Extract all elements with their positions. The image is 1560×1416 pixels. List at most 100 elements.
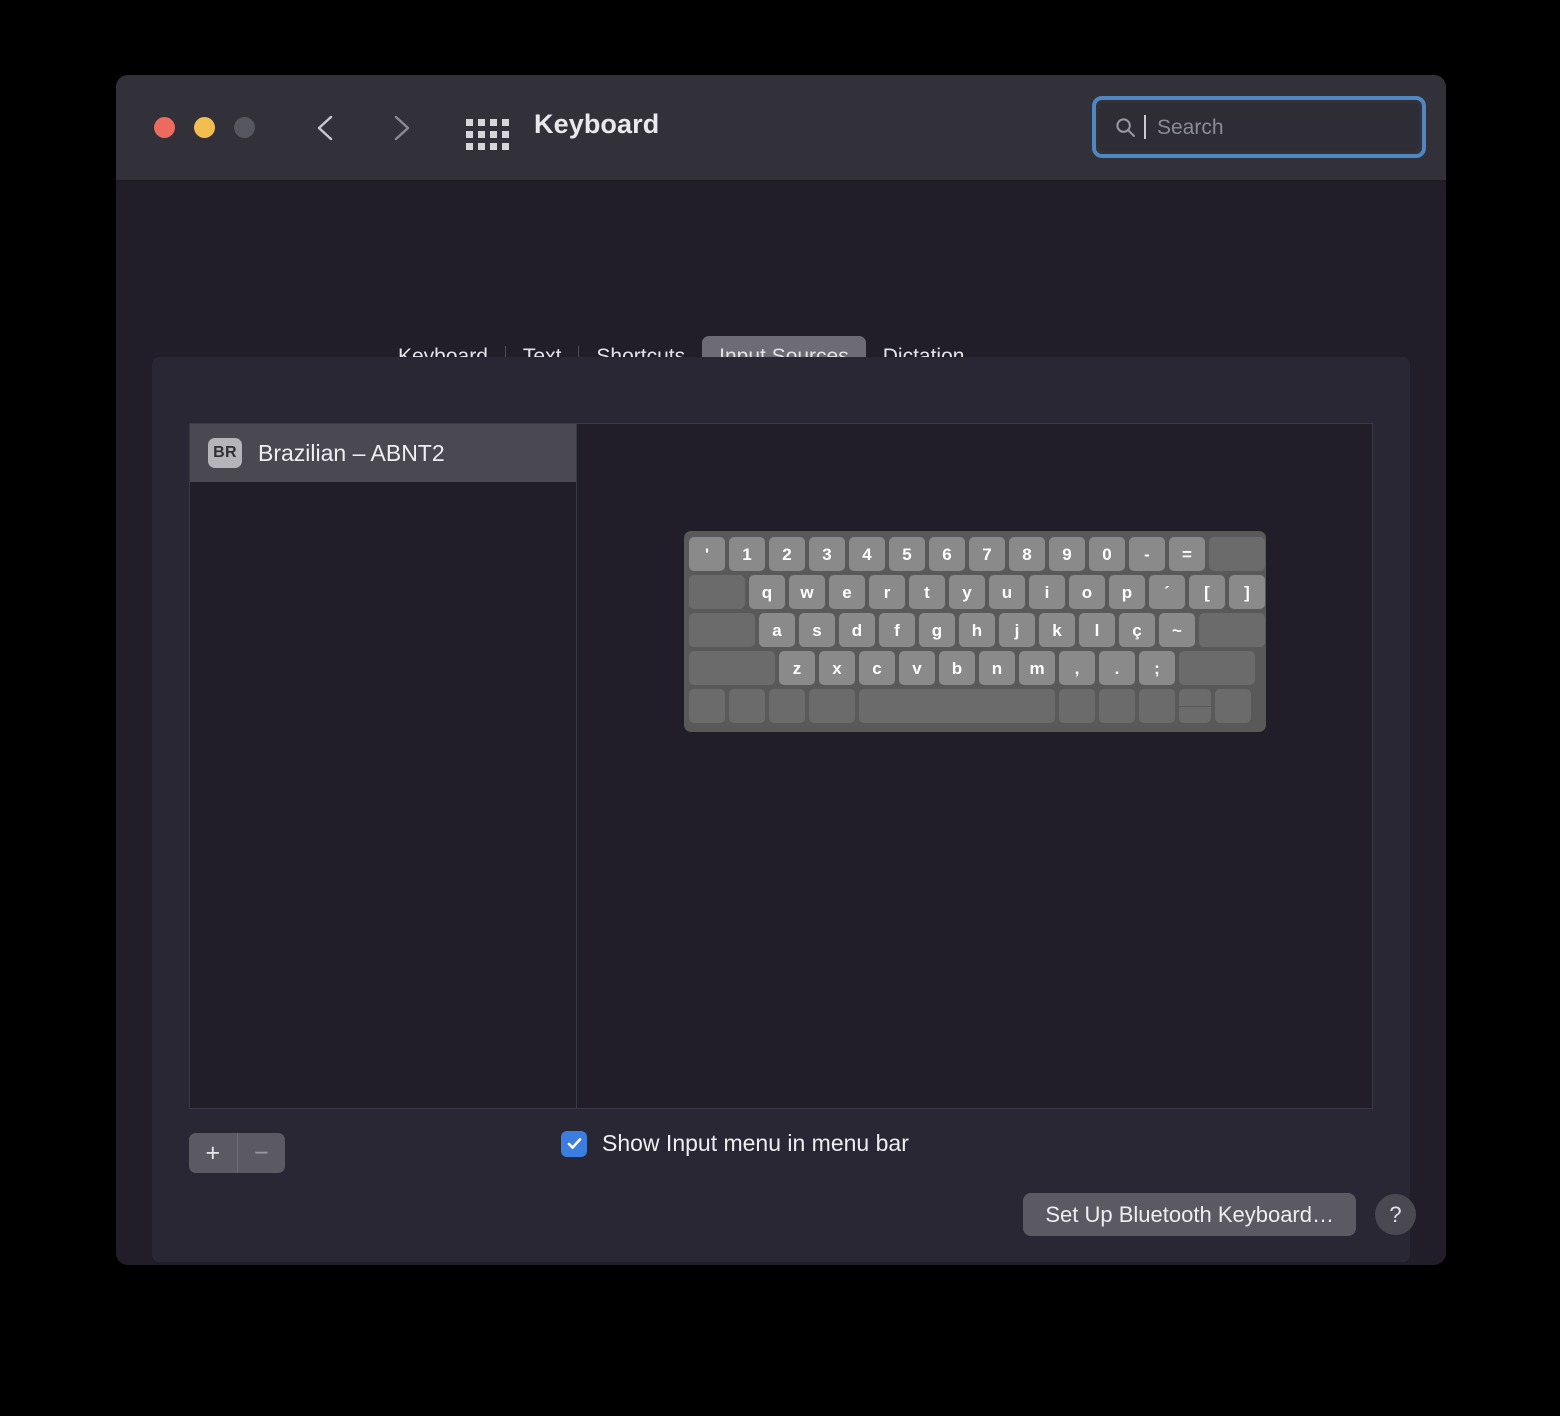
forward-button[interactable]	[387, 113, 415, 143]
show-input-menu-label: Show Input menu in menu bar	[602, 1130, 909, 1157]
keyboard-row: asdfghjklç~	[689, 613, 1261, 647]
search-field-wrapper[interactable]: Search	[1092, 96, 1426, 158]
show-input-menu-row[interactable]: Show Input menu in menu bar	[561, 1130, 909, 1157]
key-2: 2	[769, 537, 805, 571]
set-up-bluetooth-keyboard-button[interactable]: Set Up Bluetooth Keyboard…	[1023, 1193, 1356, 1236]
keyboard-preferences-window: Keyboard Search Keyboard Text	[116, 75, 1446, 1265]
key-7: 7	[969, 537, 1005, 571]
key-y: y	[949, 575, 985, 609]
key-blank	[1099, 689, 1135, 723]
key-ç: ç	[1119, 613, 1155, 647]
key-u: u	[989, 575, 1025, 609]
input-sources-panel: BR Brazilian – ABNT2 '1234567890-= qwerty…	[152, 357, 1410, 1262]
search-icon	[1115, 117, 1136, 138]
key-blank	[689, 575, 745, 609]
minimize-button[interactable]	[194, 117, 215, 138]
key-r: r	[869, 575, 905, 609]
key-blank	[1179, 689, 1211, 723]
sources-and-preview: BR Brazilian – ABNT2 '1234567890-= qwerty…	[189, 423, 1373, 1109]
text-cursor	[1144, 115, 1146, 139]
key-blank	[689, 613, 755, 647]
key-blank	[1179, 651, 1255, 685]
key-9: 9	[1049, 537, 1085, 571]
key-~: ~	[1159, 613, 1195, 647]
key-t: t	[909, 575, 945, 609]
layout-preview-pane: '1234567890-= qwertyuiop´[] asdfghjklç~ zxc…	[577, 424, 1372, 1108]
key-5: 5	[889, 537, 925, 571]
key-m: m	[1019, 651, 1055, 685]
key-blank	[1209, 537, 1265, 571]
traffic-lights	[154, 117, 255, 138]
back-button[interactable]	[312, 113, 340, 143]
input-source-label: Brazilian – ABNT2	[258, 440, 445, 467]
key--: -	[1129, 537, 1165, 571]
key-´: ´	[1149, 575, 1185, 609]
key-blank	[769, 689, 805, 723]
keyboard-row: qwertyuiop´[]	[689, 575, 1261, 609]
search-field[interactable]: Search	[1099, 103, 1419, 151]
checkmark-icon	[566, 1135, 583, 1152]
remove-source-button[interactable]: −	[237, 1133, 286, 1173]
key-blank	[1059, 689, 1095, 723]
input-source-list[interactable]: BR Brazilian – ABNT2	[190, 424, 577, 1108]
key-o: o	[1069, 575, 1105, 609]
key-q: q	[749, 575, 785, 609]
key-blank	[1139, 689, 1175, 723]
key-blank	[729, 689, 765, 723]
key-h: h	[959, 613, 995, 647]
list-item[interactable]: BR Brazilian – ABNT2	[190, 424, 576, 482]
close-button[interactable]	[154, 117, 175, 138]
key-e: e	[829, 575, 865, 609]
chevron-left-icon	[312, 113, 340, 143]
keyboard-row: zxcvbnm,.;	[689, 651, 1261, 685]
key-;: ;	[1139, 651, 1175, 685]
show-all-grid-icon[interactable]	[466, 119, 509, 150]
key-4: 4	[849, 537, 885, 571]
key-8: 8	[1009, 537, 1045, 571]
key-6: 6	[929, 537, 965, 571]
add-remove-source-group: + −	[189, 1133, 285, 1173]
keyboard-row: '1234567890-=	[689, 537, 1261, 571]
key-.: .	[1099, 651, 1135, 685]
key-d: d	[839, 613, 875, 647]
key-c: c	[859, 651, 895, 685]
navigation-arrows	[312, 113, 415, 143]
window-footer: Set Up Bluetooth Keyboard… ?	[1023, 1193, 1416, 1236]
chevron-right-icon	[387, 113, 415, 143]
add-source-button[interactable]: +	[189, 1133, 237, 1173]
country-badge-icon: BR	[208, 438, 242, 468]
key-w: w	[789, 575, 825, 609]
key-b: b	[939, 651, 975, 685]
key-n: n	[979, 651, 1015, 685]
key-l: l	[1079, 613, 1115, 647]
key-g: g	[919, 613, 955, 647]
keyboard-row	[689, 689, 1261, 723]
key-blank	[859, 689, 1055, 723]
key-x: x	[819, 651, 855, 685]
page-title: Keyboard	[534, 109, 659, 140]
window-titlebar: Keyboard Search	[116, 75, 1446, 181]
key-j: j	[999, 613, 1035, 647]
key-v: v	[899, 651, 935, 685]
key-s: s	[799, 613, 835, 647]
key-]: ]	[1229, 575, 1265, 609]
zoom-button	[234, 117, 255, 138]
key-blank	[1199, 613, 1265, 647]
key-blank	[809, 689, 855, 723]
key-,: ,	[1059, 651, 1095, 685]
key-0: 0	[1089, 537, 1125, 571]
key-1: 1	[729, 537, 765, 571]
key-k: k	[1039, 613, 1075, 647]
key-z: z	[779, 651, 815, 685]
show-input-menu-checkbox[interactable]	[561, 1131, 587, 1157]
key-': '	[689, 537, 725, 571]
key-p: p	[1109, 575, 1145, 609]
key-[: [	[1189, 575, 1225, 609]
key-blank	[689, 651, 775, 685]
key-blank	[689, 689, 725, 723]
key-=: =	[1169, 537, 1205, 571]
help-button[interactable]: ?	[1375, 1194, 1416, 1235]
search-placeholder: Search	[1157, 117, 1224, 138]
keyboard-layout-preview: '1234567890-= qwertyuiop´[] asdfghjklç~ zxc…	[684, 531, 1266, 732]
key-a: a	[759, 613, 795, 647]
